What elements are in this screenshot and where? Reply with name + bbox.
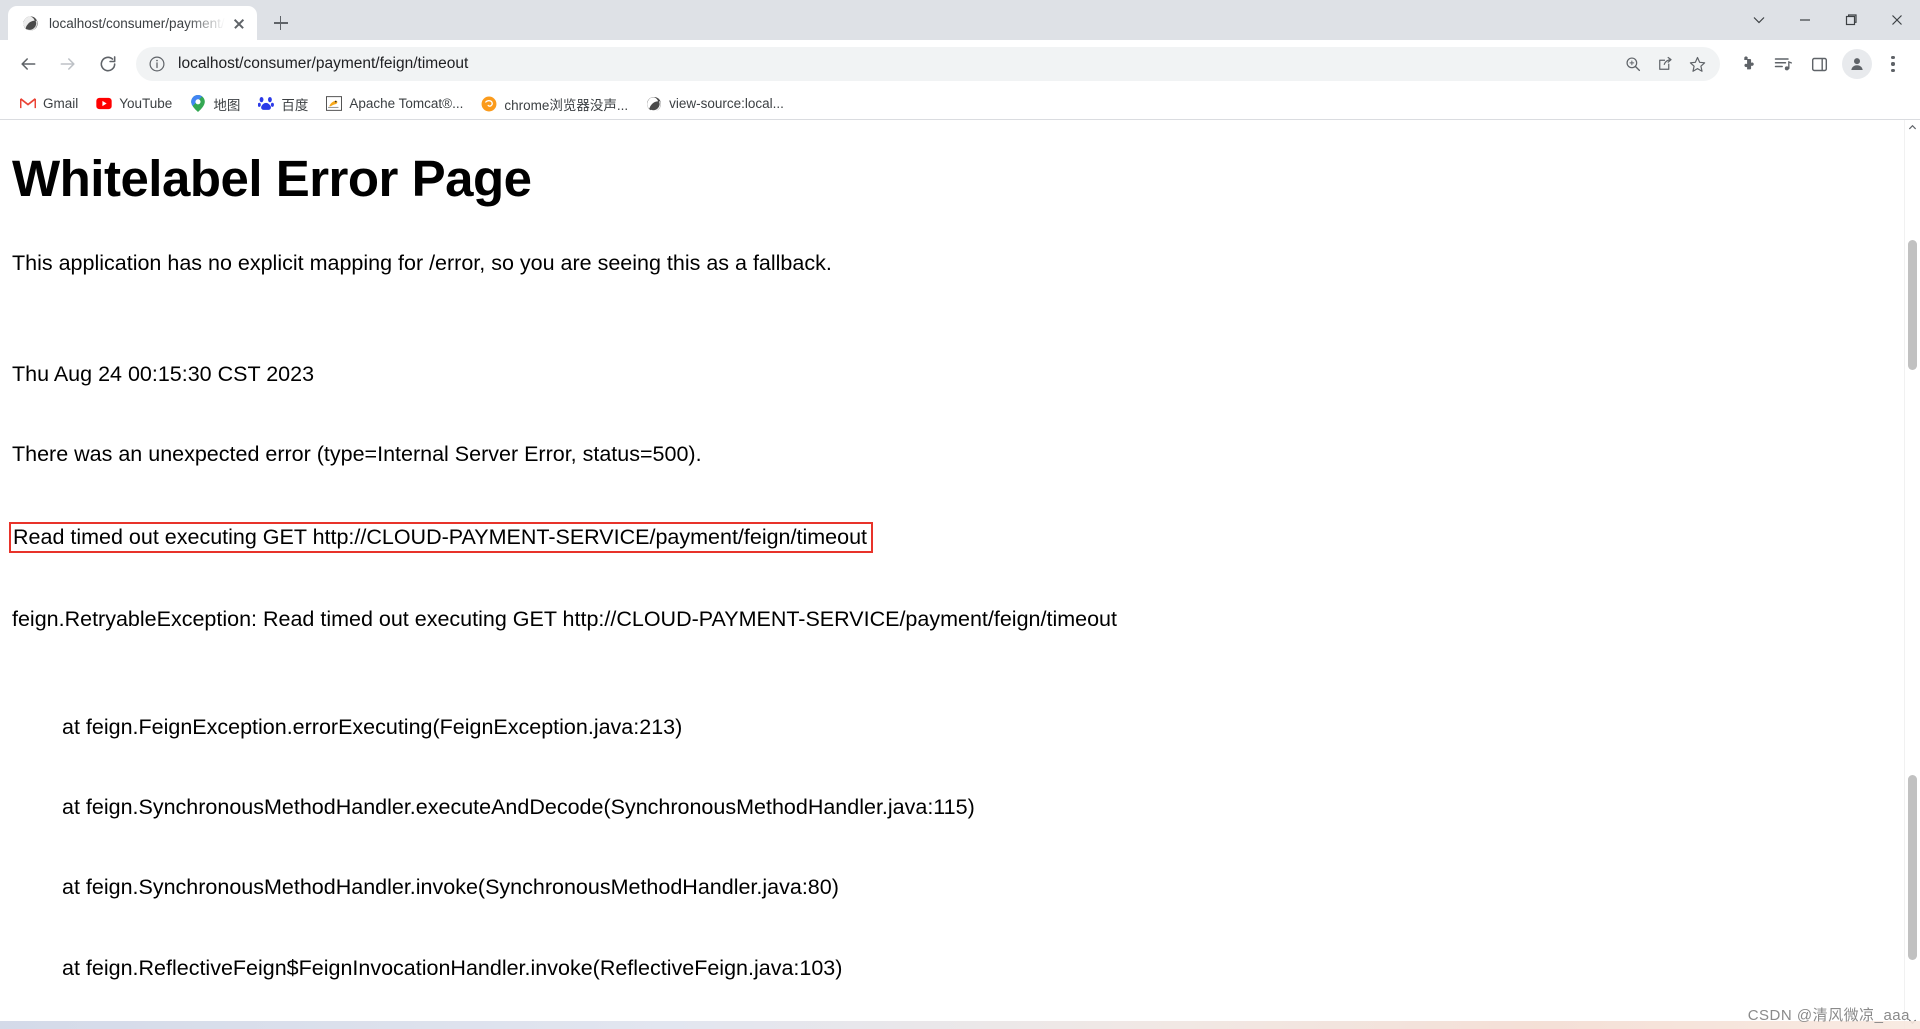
globe-icon <box>22 15 39 32</box>
intro-paragraph: This application has no explicit mapping… <box>12 250 832 275</box>
bookmark-tomcat[interactable]: Apache Tomcat®... <box>318 91 471 117</box>
stack-trace-line: at feign.FeignException.errorExecuting(F… <box>62 714 683 739</box>
bookmark-label: view-source:local... <box>669 96 784 111</box>
new-tab-button[interactable] <box>267 9 295 37</box>
stack-trace-line: at feign.SynchronousMethodHandler.execut… <box>62 795 975 820</box>
browser-tab[interactable]: localhost/consumer/payment/ <box>8 6 257 40</box>
reading-list-icon[interactable] <box>1766 47 1800 81</box>
share-icon[interactable] <box>1650 49 1680 79</box>
scrollbar-thumb[interactable] <box>1908 775 1917 960</box>
toolbar-icon-group <box>1728 47 1910 81</box>
bookmark-baidu[interactable]: 百度 <box>250 91 316 117</box>
tab-strip: localhost/consumer/payment/ <box>0 0 1920 40</box>
red-highlight-box: Read timed out executing GET http://CLOU… <box>9 521 873 553</box>
site-info-icon[interactable] <box>148 55 166 73</box>
tomcat-icon <box>326 96 343 112</box>
vertical-scrollbar[interactable] <box>1904 120 1920 1029</box>
scroll-up-arrow-icon[interactable] <box>1905 120 1920 135</box>
side-panel-icon[interactable] <box>1802 47 1836 81</box>
scrollbar-thumb[interactable] <box>1908 240 1917 370</box>
stack-trace-line: at feign.SynchronousMethodHandler.invoke… <box>62 875 839 900</box>
bookmark-view-source[interactable]: view-source:local... <box>638 91 792 117</box>
youtube-icon <box>96 96 112 112</box>
profile-avatar-icon[interactable] <box>1842 49 1872 79</box>
bookmark-label: chrome浏览器没声... <box>504 97 629 113</box>
minimize-button[interactable] <box>1782 0 1828 40</box>
omnibox-actions <box>1616 49 1712 79</box>
back-button[interactable] <box>10 46 46 82</box>
bookmark-label: 百度 <box>281 97 309 113</box>
menu-dot <box>1891 55 1895 60</box>
bookmark-label: Gmail <box>43 96 79 111</box>
window-controls <box>1736 0 1920 40</box>
watermark-text: CSDN @清风微凉_aaa <box>1747 1007 1910 1024</box>
maximize-restore-button[interactable] <box>1828 0 1874 40</box>
error-summary: There was an unexpected error (type=Inte… <box>12 442 702 467</box>
forward-button[interactable] <box>50 46 86 82</box>
globe-icon <box>646 96 662 112</box>
google-maps-icon <box>190 95 206 112</box>
bookmark-youtube[interactable]: YouTube <box>88 91 180 117</box>
tab-title: localhost/consumer/payment/ <box>49 15 225 31</box>
baidu-icon <box>258 96 275 112</box>
menu-dot <box>1891 68 1895 73</box>
extensions-icon[interactable] <box>1730 47 1764 81</box>
orange-circle-icon <box>481 96 497 112</box>
menu-dot <box>1891 62 1895 66</box>
whitelabel-error-page: Whitelabel Error Page This application h… <box>0 120 1905 1029</box>
browser-window: localhost/consumer/payment/ localhost/co… <box>0 0 1920 1029</box>
close-window-button[interactable] <box>1874 0 1920 40</box>
bookmark-label: Apache Tomcat®... <box>349 96 464 111</box>
zoom-icon[interactable] <box>1618 49 1648 79</box>
address-bar[interactable]: localhost/consumer/payment/feign/timeout <box>136 47 1720 81</box>
url-text[interactable]: localhost/consumer/payment/feign/timeout <box>178 55 1616 73</box>
bookmark-label: 地图 <box>213 97 241 113</box>
error-detail-block: Thu Aug 24 00:15:30 CST 2023 There was a… <box>9 307 1893 1029</box>
chevron-down-icon[interactable] <box>1736 0 1782 40</box>
highlighted-error-line: Read timed out executing GET http://CLOU… <box>9 521 1893 553</box>
reload-button[interactable] <box>90 46 126 82</box>
bookmark-maps[interactable]: 地图 <box>182 91 248 117</box>
bookmarks-bar: Gmail YouTube 地图 百度 Apache Tomcat®... ch… <box>0 88 1920 120</box>
bookmark-label: YouTube <box>119 96 173 111</box>
gmail-icon <box>20 96 36 112</box>
bookmark-gmail[interactable]: Gmail <box>12 91 86 117</box>
taskbar-edge <box>0 1021 1920 1029</box>
page-viewport: Whitelabel Error Page This application h… <box>0 120 1920 1029</box>
error-timestamp: Thu Aug 24 00:15:30 CST 2023 <box>12 362 315 387</box>
chrome-menu-icon[interactable] <box>1878 47 1908 81</box>
bookmark-chrome-sound[interactable]: chrome浏览器没声... <box>473 91 636 117</box>
page-title: Whitelabel Error Page <box>12 150 532 207</box>
close-icon[interactable] <box>229 13 249 33</box>
browser-toolbar: localhost/consumer/payment/feign/timeout <box>0 40 1920 88</box>
bookmark-star-icon[interactable] <box>1682 49 1712 79</box>
stack-trace-line: at feign.ReflectiveFeign$FeignInvocation… <box>62 955 843 980</box>
exception-header: feign.RetryableException: Read timed out… <box>12 607 1117 632</box>
